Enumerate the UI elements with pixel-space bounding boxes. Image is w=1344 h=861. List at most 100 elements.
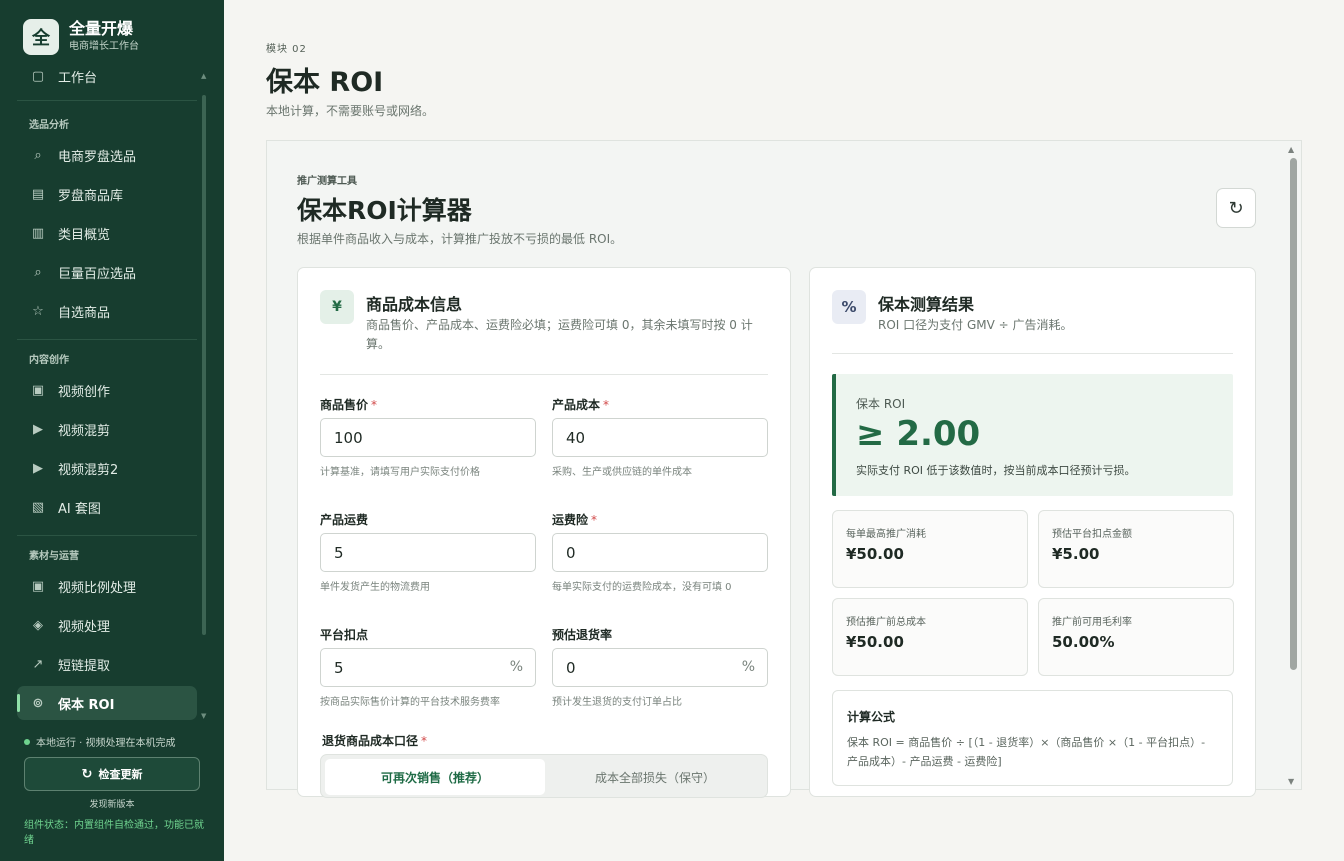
cost-input[interactable]: 40 [552, 418, 768, 457]
sidebar-item-label: 视频比例处理 [58, 580, 137, 596]
search-icon: ⌕ [34, 264, 42, 280]
shipping-hint: 单件发货产生的物流费用 [320, 582, 430, 593]
scroll-up-icon[interactable]: ▲ [1288, 145, 1294, 154]
price-hint: 计算基准，请填写用户实际支付价格 [320, 467, 480, 478]
sidebar-item-video-creation[interactable]: ▣ 视频创作 [17, 373, 197, 407]
star-icon: ☆ [32, 303, 44, 319]
metric-total-cost: 预估推广前总成本 ¥50.00 [832, 598, 1028, 676]
metric-value: ¥50.00 [846, 545, 904, 563]
update-note: 发现新版本 [89, 800, 135, 810]
return-cost-label: 退货商品成本口径 * [322, 734, 428, 748]
price-label: 商品售价 * [320, 398, 378, 412]
list-icon: ▤ [31, 186, 45, 202]
price-input[interactable]: 100 [320, 418, 536, 457]
cost-label: 产品成本 * [552, 398, 610, 412]
sidebar-item-video-ratio[interactable]: ▣ 视频比例处理 [17, 569, 197, 603]
metric-max-ad-spend: 每单最高推广消耗 ¥50.00 [832, 510, 1028, 588]
commission-label: 平台扣点 [320, 628, 369, 642]
insurance-input[interactable]: 0 [552, 533, 768, 572]
brand-name: 全量开爆 [69, 19, 134, 38]
cost-hint: 采购、生产或供应链的单件成本 [552, 467, 692, 478]
nav-section-operations: 素材与运营 [29, 551, 79, 562]
cost-card-subtitle: 商品售价、产品成本、运费险必填；运费险可填 0，其余未填写时按 0 计算。 [366, 318, 753, 351]
sidebar-item-label: 保本 ROI [58, 697, 115, 713]
formula-box: 计算公式 保本 ROI = 商品售价 ÷ [（1 - 退货率）×（商品售价 ×（… [832, 690, 1233, 786]
commission-input[interactable]: 5% [320, 648, 536, 687]
nav-section-content: 内容创作 [29, 355, 69, 366]
return-rate-hint: 预计发生退货的支付订单占比 [552, 697, 682, 708]
sidebar-item-video-mix[interactable]: ▶ 视频混剪 [17, 412, 197, 446]
sidebar-item-compass-library[interactable]: ▤ 罗盘商品库 [17, 177, 197, 211]
metric-value: 50.00% [1052, 633, 1115, 651]
sidebar-item-label: 类目概览 [58, 227, 111, 243]
sidebar-item-label: 视频混剪 [58, 423, 111, 439]
sidebar: 全 全量开爆 电商增长工作台 ▢ 工作台 选品分析 ⌕ 电商罗盘选品 ▤ 罗盘商品库 … [0, 0, 224, 861]
sidebar-item-short-link[interactable]: ↗ 短链提取 [17, 647, 197, 681]
image-icon: ▧ [31, 499, 45, 515]
search-icon: ⌕ [34, 147, 42, 163]
scroll-down-icon[interactable]: ▼ [201, 712, 206, 720]
scroll-up-icon[interactable]: ▲ [201, 72, 206, 80]
sidebar-item-ai-image-set[interactable]: ▧ AI 套图 [17, 490, 197, 524]
formula-text: 保本 ROI = 商品售价 ÷ [（1 - 退货率）×（商品售价 ×（1 - 平… [847, 736, 1206, 768]
video-icon: ▣ [31, 578, 45, 594]
nav-section-selection: 选品分析 [29, 120, 69, 131]
target-icon: ⊚ [32, 695, 44, 711]
sidebar-item-label: 罗盘商品库 [58, 188, 124, 204]
reset-button[interactable]: ↻ [1216, 188, 1256, 228]
sidebar-item-baiying-selection[interactable]: ⌕ 巨量百应选品 [17, 255, 197, 289]
workspace-icon: ▢ [31, 68, 45, 84]
shipping-input[interactable]: 5 [320, 533, 536, 572]
video-icon: ▣ [31, 382, 45, 398]
sidebar-item-compass-selection[interactable]: ⌕ 电商罗盘选品 [17, 138, 197, 172]
check-update-label: 检查更新 [98, 768, 143, 781]
commission-hint: 按商品实际售价计算的平台技术服务费率 [320, 697, 500, 708]
check-update-button[interactable]: ↻ 检查更新 [24, 757, 200, 791]
nav-divider [17, 100, 197, 101]
percent-suffix: % [509, 659, 523, 675]
insurance-label: 运费险 * [552, 513, 598, 527]
scroll-down-icon[interactable]: ▼ [1288, 777, 1294, 786]
sidebar-item-label: 自选商品 [58, 305, 111, 321]
option-full-loss[interactable]: 成本全部损失（保守） [545, 759, 765, 795]
formula-title: 计算公式 [847, 710, 896, 724]
refresh-icon: ↻ [81, 766, 93, 782]
roi-value: ≥ 2.00 [856, 414, 981, 454]
component-status: 组件状态：内置组件自检通过，功能已就绪 [24, 820, 204, 846]
divider [320, 374, 768, 375]
sidebar-item-label: 巨量百应选品 [58, 266, 137, 282]
insurance-hint: 每单实际支付的运费险成本，没有可填 0 [552, 582, 732, 593]
runtime-status-text: 本地运行 · 视频处理在本机完成 [36, 738, 176, 749]
brand-logo: 全 [23, 19, 59, 55]
runtime-status: 本地运行 · 视频处理在本机完成 [24, 734, 176, 749]
sidebar-item-workspace[interactable]: ▢ 工作台 [17, 62, 197, 93]
sidebar-item-video-processing[interactable]: ◈ 视频处理 [17, 608, 197, 642]
sidebar-item-label: 视频创作 [58, 384, 111, 400]
sidebar-item-label: 短链提取 [58, 658, 111, 674]
module-label: 模块 02 [266, 44, 307, 55]
grid-icon: ▥ [31, 225, 45, 241]
tool-description: 根据单件商品收入与成本，计算推广投放不亏损的最低 ROI。 [297, 232, 623, 246]
sidebar-item-label: 视频混剪2 [58, 462, 119, 478]
result-card-title: 保本测算结果 [878, 295, 975, 314]
option-resellable[interactable]: 可再次销售（推荐） [325, 759, 545, 795]
metric-label: 每单最高推广消耗 [846, 529, 926, 540]
sidebar-item-break-even-roi[interactable]: ⊚ 保本 ROI [17, 686, 197, 720]
sidebar-item-category-overview[interactable]: ▥ 类目概览 [17, 216, 197, 250]
roi-note: 实际支付 ROI 低于该数值时，按当前成本口径预计亏损。 [856, 464, 1136, 477]
status-dot-icon [24, 738, 30, 745]
result-card-subtitle: ROI 口径为支付 GMV ÷ 广告消耗。 [878, 318, 1073, 332]
return-rate-input[interactable]: 0% [552, 648, 768, 687]
brand[interactable]: 全 全量开爆 电商增长工作台 [23, 19, 139, 55]
page-description: 本地计算，不需要账号或网络。 [266, 104, 435, 118]
sidebar-item-saved-products[interactable]: ☆ 自选商品 [17, 294, 197, 328]
metric-gross-margin: 推广前可用毛利率 50.00% [1038, 598, 1234, 676]
roi-label: 保本 ROI [856, 397, 906, 411]
sidebar-item-label: AI 套图 [58, 501, 101, 517]
sidebar-item-video-mix-2[interactable]: ▶ 视频混剪2 [17, 451, 197, 485]
sidebar-nav[interactable]: ▢ 工作台 选品分析 ⌕ 电商罗盘选品 ▤ 罗盘商品库 ▥ 类目概览 ⌕ 巨量百应选品 ☆… [0, 62, 212, 722]
metric-label: 预估推广前总成本 [846, 617, 926, 628]
panel-scrollbar[interactable] [1290, 158, 1297, 670]
sidebar-scrollbar[interactable] [202, 95, 206, 635]
percent-icon: % [832, 290, 866, 324]
